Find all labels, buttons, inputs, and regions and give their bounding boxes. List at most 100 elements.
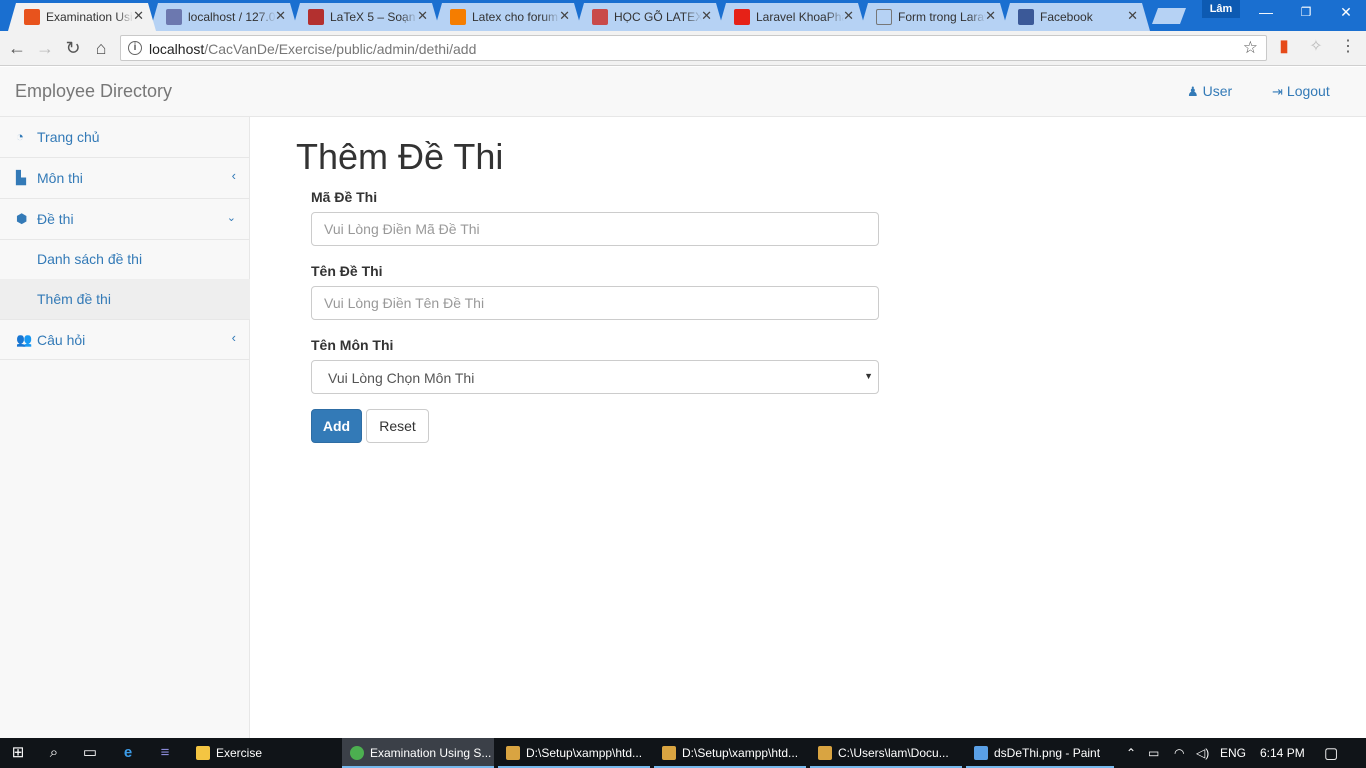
minimize-icon[interactable]: — xyxy=(1246,0,1286,26)
document-icon xyxy=(876,9,892,25)
main-content: Thêm Đề Thi Mã Đề Thi Tên Đề Thi Tên Môn… xyxy=(251,117,1366,738)
language-indicator[interactable]: ENG xyxy=(1220,746,1246,760)
sign-out-icon: ⇥ xyxy=(1272,84,1283,99)
folder-icon xyxy=(196,746,210,760)
ma-de-thi-input[interactable] xyxy=(311,212,879,246)
user-link[interactable]: ♟ User xyxy=(1187,83,1232,100)
sidebar-item-mon-thi[interactable]: ▙ Môn thi ‹ xyxy=(0,158,250,199)
close-icon[interactable]: ✕ xyxy=(417,9,428,23)
tab-phpmyadmin[interactable]: localhost / 127.0.0.1 ✕ xyxy=(150,3,298,31)
tab-hoc-go-latex[interactable]: HỌC GÕ LATEX ✕ xyxy=(576,3,724,31)
forward-icon[interactable]: → xyxy=(34,37,56,59)
logout-link[interactable]: ⇥ Logout xyxy=(1272,83,1330,100)
browser-toolbar: ← → ↻ ⌂ i localhost/CacVanDe/Exercise/pu… xyxy=(0,31,1366,66)
user-icon: ♟ xyxy=(1187,84,1199,99)
tab-latex-forum[interactable]: Latex cho forum ✕ xyxy=(434,3,582,31)
office-extension-icon[interactable]: ▮ xyxy=(1274,37,1294,57)
tab-title: Latex cho forum xyxy=(472,10,559,24)
task-view-icon[interactable]: ▭ xyxy=(80,744,100,762)
clock[interactable]: 6:14 PM xyxy=(1260,746,1305,760)
close-icon[interactable]: ✕ xyxy=(985,9,996,23)
tab-title: Laravel KhoaPham xyxy=(756,10,842,24)
latex-icon xyxy=(308,9,324,25)
tab-title: Form trong Laravel xyxy=(898,10,985,24)
restore-icon[interactable]: ❐ xyxy=(1286,0,1326,26)
back-icon[interactable]: ← xyxy=(6,37,28,59)
mon-thi-select[interactable]: Vui Lòng Chọn Môn Thi ▼ xyxy=(311,360,879,394)
taskbar-app-paint[interactable]: dsDeThi.png - Paint xyxy=(966,738,1114,768)
tab-title: LaTeX 5 – Soạn thảo xyxy=(330,10,416,24)
address-bar[interactable]: i localhost/CacVanDe/Exercise/public/adm… xyxy=(120,35,1267,61)
edge-icon[interactable]: e xyxy=(118,744,138,762)
close-icon[interactable]: ✕ xyxy=(133,9,144,23)
windows-start-icon[interactable]: ⊞ xyxy=(8,744,28,762)
sidebar-item-trang-chu[interactable]: ◔ Trang chủ xyxy=(0,117,250,158)
caret-down-icon: ▼ xyxy=(864,371,873,381)
tab-examination[interactable]: Examination Using Slim ✕ xyxy=(8,3,156,31)
taskbar-app-editor-2[interactable]: D:\Setup\xampp\htd... xyxy=(654,738,806,768)
sidebar-subitem-danh-sach-de-thi[interactable]: Danh sách đề thi xyxy=(0,239,250,279)
users-icon: 👥 xyxy=(16,332,33,347)
tab-facebook[interactable]: Facebook ✕ xyxy=(1002,3,1150,31)
taskbar-app-editor-3[interactable]: C:\Users\lam\Docu... xyxy=(810,738,962,768)
mon-thi-selected-value: Vui Lòng Chọn Môn Thi xyxy=(328,370,475,386)
info-icon[interactable]: i xyxy=(128,41,142,55)
taskbar-app-label: dsDeThi.png - Paint xyxy=(994,746,1101,760)
close-window-icon[interactable]: ✕ xyxy=(1326,0,1366,26)
sidebar-item-cau-hoi[interactable]: 👥 Câu hỏi ‹ xyxy=(0,319,250,360)
bookmark-star-icon[interactable]: ☆ xyxy=(1243,38,1258,58)
url-text[interactable]: localhost/CacVanDe/Exercise/public/admin… xyxy=(149,41,476,57)
sidebar: ◔ Trang chủ ▙ Môn thi ‹ ⬢ Đề thi ⌄ Danh … xyxy=(0,117,250,738)
show-hidden-icons-icon[interactable]: ⌃ xyxy=(1126,746,1136,760)
logout-label: Logout xyxy=(1286,83,1330,99)
profile-button[interactable]: Lâm xyxy=(1202,0,1240,18)
sidebar-item-de-thi[interactable]: ⬢ Đề thi ⌄ xyxy=(0,199,250,240)
new-tab-button[interactable] xyxy=(1152,8,1186,24)
tab-form-laravel[interactable]: Form trong Laravel ✕ xyxy=(860,3,1008,31)
page-title: Thêm Đề Thi xyxy=(296,136,504,177)
app-launcher-icon[interactable]: ≡ xyxy=(155,744,175,762)
sidebar-item-label: Môn thi xyxy=(37,170,83,186)
add-button[interactable]: Add xyxy=(311,409,362,443)
close-icon[interactable]: ✕ xyxy=(559,9,570,23)
taskbar-app-label: D:\Setup\xampp\htd... xyxy=(526,746,643,760)
close-icon[interactable]: ✕ xyxy=(843,9,854,23)
url-host: localhost xyxy=(149,41,205,57)
chevron-left-icon: ‹ xyxy=(231,330,236,345)
notification-icon[interactable]: ▢ xyxy=(1324,744,1338,762)
sidebar-subitem-them-de-thi[interactable]: Thêm đề thi xyxy=(0,279,250,319)
menu-icon[interactable]: ⋮ xyxy=(1338,37,1358,57)
close-icon[interactable]: ✕ xyxy=(1127,9,1138,23)
extension-icon[interactable]: ✧ xyxy=(1306,37,1326,57)
close-icon[interactable]: ✕ xyxy=(701,9,712,23)
taskbar-app-editor-1[interactable]: D:\Setup\xampp\htd... xyxy=(498,738,650,768)
ma-de-thi-label: Mã Đề Thi xyxy=(311,189,378,205)
search-icon[interactable]: ⌕ xyxy=(44,744,64,762)
ten-de-thi-input[interactable] xyxy=(311,286,879,320)
tab-title: localhost / 127.0.0.1 xyxy=(188,10,276,24)
brand-title[interactable]: Employee Directory xyxy=(15,81,172,102)
reload-icon[interactable]: ↻ xyxy=(62,37,84,59)
sublime-icon xyxy=(506,746,520,760)
taskbar-app-label: Examination Using S... xyxy=(370,746,492,760)
reset-button[interactable]: Reset xyxy=(366,409,429,443)
sublime-icon xyxy=(818,746,832,760)
close-icon[interactable]: ✕ xyxy=(275,9,286,23)
tab-laravel-khoapham[interactable]: Laravel KhoaPham ✕ xyxy=(718,3,866,31)
taskbar-app-exercise[interactable]: Exercise xyxy=(188,738,338,768)
cube-icon: ⬢ xyxy=(16,211,28,226)
xampp-icon xyxy=(24,9,40,25)
chevron-left-icon: ‹ xyxy=(231,168,236,183)
top-navbar: Employee Directory ♟ User ⇥ Logout xyxy=(0,67,1366,117)
youtube-icon xyxy=(734,9,750,25)
battery-icon[interactable]: ▭ xyxy=(1148,746,1159,760)
taskbar-app-chrome[interactable]: Examination Using S... xyxy=(342,738,494,768)
dashboard-icon: ◔ xyxy=(16,129,24,144)
tab-latex5[interactable]: LaTeX 5 – Soạn thảo ✕ xyxy=(292,3,440,31)
ten-de-thi-label: Tên Đề Thi xyxy=(311,263,383,279)
volume-icon[interactable]: ◁) xyxy=(1196,746,1209,760)
phpmyadmin-icon xyxy=(166,9,182,25)
sidebar-item-label: Trang chủ xyxy=(37,129,100,145)
home-icon[interactable]: ⌂ xyxy=(90,37,112,59)
wifi-icon[interactable]: ◠ xyxy=(1174,746,1184,760)
